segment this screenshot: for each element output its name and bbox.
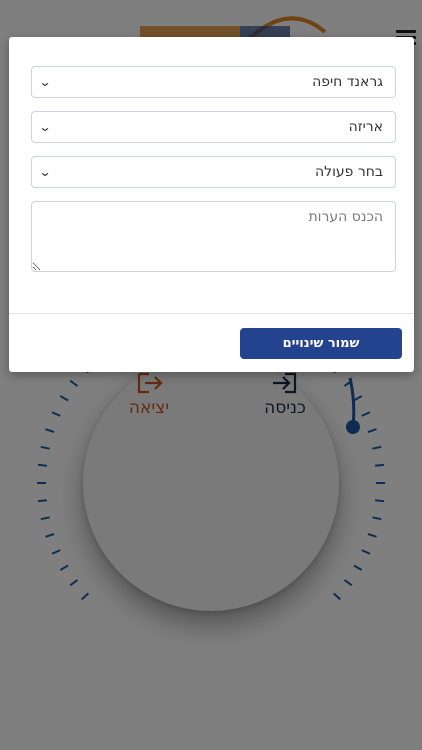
department-select-value: אריזה (348, 119, 383, 135)
action-select-value: בחר פעולה (314, 164, 383, 180)
department-select[interactable]: אריזה ⌄ (31, 111, 396, 143)
branch-select-value: גראנד חיפה (312, 74, 383, 90)
edit-modal: גראנד חיפה ⌄ אריזה ⌄ בחר פעולה ⌄ שמור שי… (9, 37, 414, 372)
modal-footer-divider (9, 313, 414, 314)
action-select[interactable]: בחר פעולה ⌄ (31, 156, 396, 188)
chevron-down-icon: ⌄ (38, 165, 52, 179)
branch-select[interactable]: גראנד חיפה ⌄ (31, 66, 396, 98)
chevron-down-icon: ⌄ (38, 75, 52, 89)
chevron-down-icon: ⌄ (38, 120, 52, 134)
notes-textarea[interactable] (31, 201, 396, 272)
save-changes-button[interactable]: שמור שינויים (240, 328, 402, 359)
